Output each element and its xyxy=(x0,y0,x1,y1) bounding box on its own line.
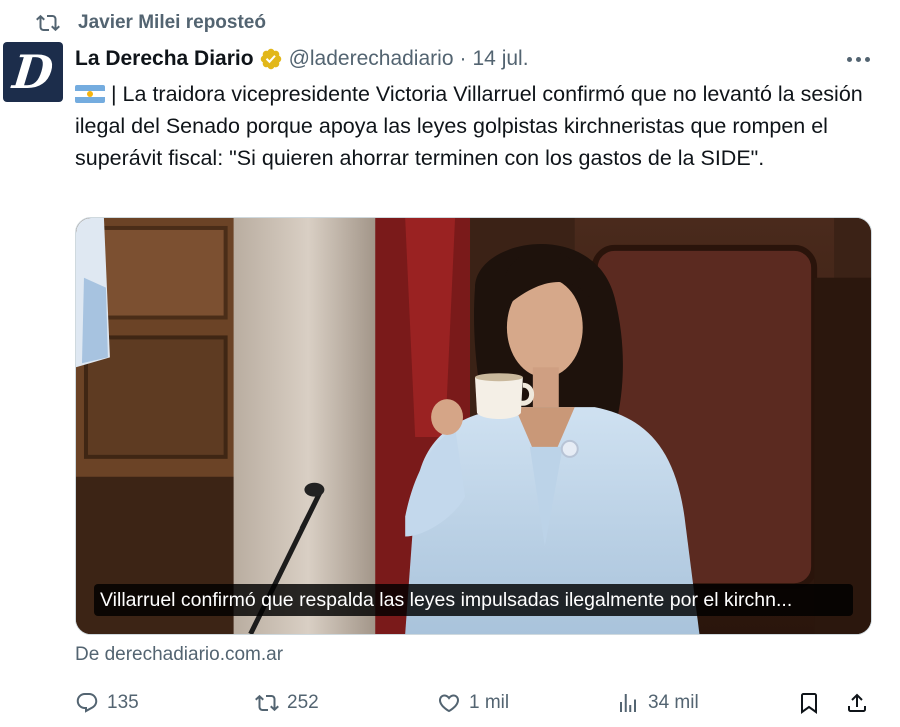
repost-count: 252 xyxy=(287,692,319,713)
bookmark-button[interactable] xyxy=(797,686,821,720)
views-button[interactable]: 34 mil xyxy=(616,686,699,720)
reply-button[interactable]: 135 xyxy=(75,686,139,720)
heart-icon xyxy=(438,694,460,713)
like-count: 1 mil xyxy=(469,692,510,713)
video-caption: Villarruel confirmó que respalda las ley… xyxy=(94,584,853,616)
action-bar: 135 252 1 mil 34 mil xyxy=(75,686,870,720)
repost-icon xyxy=(36,14,60,32)
tweet-body: | La traidora vicepresidente Victoria Vi… xyxy=(75,78,875,174)
share-icon xyxy=(848,693,866,712)
argentina-flag-icon xyxy=(75,85,105,103)
share-button[interactable] xyxy=(845,686,869,720)
more-dot-icon xyxy=(865,56,870,62)
like-button[interactable]: 1 mil xyxy=(437,686,509,720)
author-name[interactable]: La Derecha Diario xyxy=(75,47,254,71)
more-dot-icon xyxy=(847,56,852,62)
more-dot-icon xyxy=(856,56,861,62)
views-chart-icon xyxy=(620,694,636,712)
senate-photo xyxy=(76,218,871,634)
repost-icon xyxy=(255,694,279,712)
avatar-letter: D xyxy=(10,45,56,99)
bookmark-icon xyxy=(801,693,817,714)
social-context-label: Javier Milei reposteó xyxy=(78,12,266,33)
social-context[interactable]: Javier Milei reposteó xyxy=(36,10,266,36)
source-link[interactable]: De derechadiario.com.ar xyxy=(75,644,283,666)
separator-dot: · xyxy=(459,47,467,70)
tweet-date[interactable]: 14 jul. xyxy=(473,47,529,71)
repost-button[interactable]: 252 xyxy=(255,686,319,720)
views-count: 34 mil xyxy=(648,692,699,713)
tweet-text: | La traidora vicepresidente Victoria Vi… xyxy=(75,82,863,170)
tweet-media[interactable]: Villarruel confirmó que respalda las ley… xyxy=(75,217,872,635)
tweet-header: La Derecha Diario @laderechadiario · 14 … xyxy=(75,44,870,74)
reply-count: 135 xyxy=(107,692,139,713)
verified-badge-icon[interactable] xyxy=(259,47,283,71)
avatar[interactable]: D xyxy=(3,42,63,102)
reply-icon xyxy=(76,693,98,713)
author-handle[interactable]: @laderechadiario xyxy=(289,47,454,71)
more-options-button[interactable] xyxy=(847,44,870,74)
